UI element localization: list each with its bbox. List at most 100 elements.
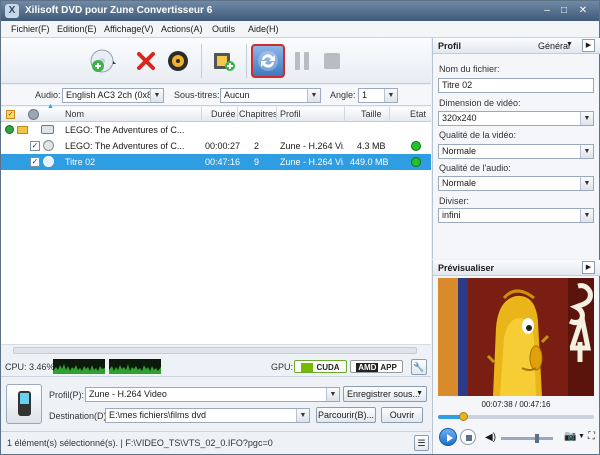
col-profile[interactable]: Profil	[280, 109, 301, 119]
destination-value: E:\mes fichiers\films dvd	[109, 410, 207, 420]
col-name[interactable]: Nom	[65, 109, 84, 119]
amd-app-badge[interactable]: AMD APP	[350, 360, 403, 373]
chevron-down-icon[interactable]: ▼	[578, 433, 585, 440]
save-as-button[interactable]: Enregistrer sous... ▼	[343, 386, 427, 402]
table-row[interactable]: ✓ LEGO: The Adventures of C... 00:00:27 …	[1, 138, 431, 154]
stop-icon	[466, 435, 472, 441]
collapse-panel-icon[interactable]: ▶	[582, 39, 595, 52]
video-quality-select[interactable]: Normale ▼	[438, 144, 594, 159]
expand-icon[interactable]	[5, 125, 14, 134]
horizontal-scrollbar[interactable]	[1, 344, 431, 355]
fullscreen-icon[interactable]: ⛶	[588, 431, 595, 442]
row-profile[interactable]: Zune - H.264 Vi...	[280, 157, 344, 167]
chevron-down-icon: ▼	[296, 409, 309, 422]
audio-quality-label: Qualité de l'audio:	[439, 163, 511, 173]
open-button[interactable]: Ouvrir	[381, 407, 423, 423]
menu-aide[interactable]: Aide(H)	[248, 24, 279, 34]
stop-icon	[324, 53, 340, 69]
dimension-label: Dimension de vidéo:	[439, 98, 521, 108]
profile-select[interactable]: Zune - H.264 Video ▼	[85, 387, 340, 402]
volume-slider[interactable]	[501, 434, 553, 443]
dimension-select[interactable]: 320x240 ▼	[438, 111, 594, 126]
row-duration: 00:00:27	[205, 141, 241, 151]
volume-handle[interactable]	[535, 434, 539, 443]
chevron-down-icon: ▼	[416, 390, 423, 397]
audio-track-select[interactable]: English AC3 2ch (0x80) ▼	[62, 88, 164, 103]
angle-select[interactable]: 1 ▼	[358, 88, 398, 103]
row-profile[interactable]: Zune - H.264 Vi...	[280, 141, 344, 151]
convert-icon	[258, 51, 278, 71]
row-checkbox[interactable]: ✓	[30, 141, 40, 151]
seek-bar[interactable]	[438, 412, 594, 421]
menu-fichier[interactable]: Fichier(F)	[11, 24, 50, 34]
minimize-button[interactable]: –	[540, 4, 554, 17]
row-chapters: 9	[254, 157, 260, 167]
audio-quality-value: Normale	[442, 178, 477, 188]
profile-panel: Profil Général ▼ ▶ Nom du fichier: Titre…	[432, 38, 600, 259]
device-icon[interactable]	[6, 384, 42, 424]
browse-button[interactable]: Parcourir(B)...	[316, 407, 376, 423]
disc-icon	[168, 51, 188, 71]
list-icon: ☰	[417, 438, 426, 448]
cpu-graph	[53, 359, 105, 374]
table-row-disc[interactable]: LEGO: The Adventures of C...	[1, 122, 431, 138]
volume-icon[interactable]: ◀)	[485, 432, 496, 443]
filename-label: Nom du fichier:	[439, 64, 500, 74]
scrollbar-thumb[interactable]	[13, 347, 417, 354]
disc-info-button[interactable]	[161, 44, 195, 78]
chevron-down-icon: ▼	[150, 89, 163, 102]
add-file-icon	[90, 49, 116, 73]
cuda-badge[interactable]: CUDA	[294, 360, 347, 373]
menu-edition[interactable]: Edition(E)	[57, 24, 97, 34]
audio-quality-select[interactable]: Normale ▼	[438, 176, 594, 191]
col-chapters[interactable]: Chapitres	[239, 109, 278, 119]
row-duration: 00:47:16	[205, 157, 241, 167]
menu-affichage[interactable]: Affichage(V)	[104, 24, 153, 34]
subtitles-select[interactable]: Aucun ▼	[220, 88, 321, 103]
row-checkbox[interactable]: ✓	[30, 157, 40, 167]
destination-select[interactable]: E:\mes fichiers\films dvd ▼	[105, 408, 310, 423]
chevron-down-icon[interactable]: ▼	[566, 41, 573, 48]
pause-icon	[295, 52, 309, 70]
menu-actions[interactable]: Actions(A)	[161, 24, 203, 34]
disc-column-icon	[28, 109, 39, 120]
output-settings: Profil(P): Zune - H.264 Video ▼ Enregist…	[1, 378, 431, 430]
pause-button[interactable]	[285, 44, 319, 78]
snapshot-icon[interactable]: 📷	[564, 431, 576, 442]
video-quality-value: Normale	[442, 146, 477, 156]
table-row-selected[interactable]: ✓ Titre 02 00:47:16 9 Zune - H.264 Vi...…	[1, 154, 431, 170]
col-size[interactable]: Taille	[361, 109, 382, 119]
check-all-checkbox[interactable]: ✓	[6, 110, 15, 119]
add-clip-button[interactable]	[207, 44, 241, 78]
row-name: LEGO: The Adventures of C...	[65, 141, 185, 151]
split-select[interactable]: infini ▼	[438, 208, 594, 223]
stop-preview-button[interactable]	[460, 429, 476, 445]
cpu-usage: CPU: 3.46%	[5, 362, 55, 372]
log-button[interactable]: ☰	[414, 435, 429, 451]
row-chapters: 2	[254, 141, 260, 151]
destination-label: Destination(D):	[49, 411, 110, 421]
stop-button[interactable]	[315, 44, 349, 78]
disc-icon	[43, 156, 54, 167]
wrench-icon: 🔧	[413, 362, 425, 372]
settings-button[interactable]: 🔧	[411, 359, 427, 375]
chevron-down-icon: ▼	[580, 177, 593, 190]
subtitles-label: Sous-titres:	[174, 90, 220, 100]
col-state[interactable]: Etat	[410, 109, 426, 119]
close-button[interactable]: ✕	[576, 4, 590, 17]
disc-icon	[43, 140, 54, 151]
chevron-down-icon: ▼	[580, 209, 593, 222]
expand-preview-icon[interactable]: ▶	[582, 261, 595, 274]
filename-field[interactable]: Titre 02	[438, 78, 594, 93]
menu-outils[interactable]: Outils	[212, 24, 235, 34]
play-button[interactable]	[439, 428, 457, 446]
remove-button[interactable]	[129, 44, 163, 78]
convert-button[interactable]	[251, 44, 285, 78]
angle-value: 1	[362, 90, 368, 100]
seek-handle[interactable]	[458, 412, 468, 421]
col-duration[interactable]: Durée	[211, 109, 236, 119]
maximize-button[interactable]: □	[557, 4, 571, 17]
menu-bar: Fichier(F) Edition(E) Affichage(V) Actio…	[1, 21, 599, 38]
cpu-graph-2	[109, 359, 161, 374]
add-file-button[interactable]	[87, 44, 121, 78]
